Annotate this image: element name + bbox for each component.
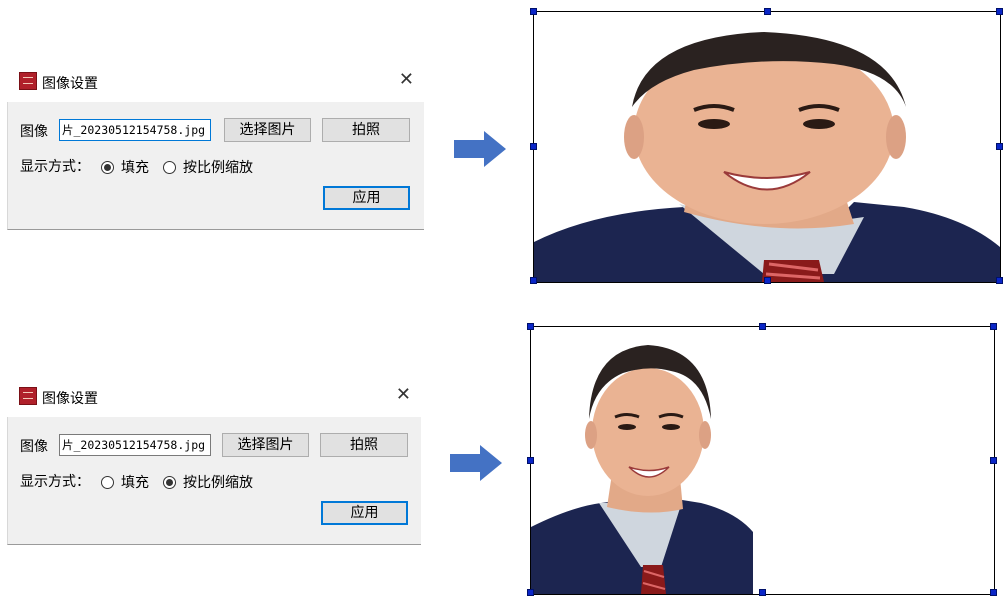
- right-arrow-icon: [450, 445, 502, 481]
- resize-handle-icon[interactable]: [764, 277, 771, 284]
- resize-handle-icon[interactable]: [530, 8, 537, 15]
- choose-image-button[interactable]: 选择图片: [224, 118, 311, 142]
- image-label: 图像: [20, 124, 48, 140]
- image-frame-fill[interactable]: [530, 8, 1003, 284]
- resize-handle-icon[interactable]: [764, 8, 771, 15]
- resize-handle-icon[interactable]: [530, 143, 537, 150]
- dialog-body: 图像 片_20230512154758.jpg 选择图片 拍照 显示方式： 填充…: [7, 102, 424, 230]
- take-photo-button[interactable]: 拍照: [320, 433, 408, 457]
- file-path-field[interactable]: 片_20230512154758.jpg: [59, 434, 211, 456]
- resize-handle-icon[interactable]: [527, 323, 534, 330]
- resize-handle-icon[interactable]: [527, 457, 534, 464]
- radio-fill[interactable]: 填充: [101, 157, 149, 177]
- display-mode-label: 显示方式：: [20, 474, 90, 490]
- radio-scale-label: 按比例缩放: [183, 160, 253, 176]
- dialog-body: 图像 片_20230512154758.jpg 选择图片 拍照 显示方式： 填充…: [7, 417, 421, 545]
- radio-selected-icon: [101, 160, 114, 174]
- resize-handle-icon[interactable]: [990, 323, 997, 330]
- file-path-field[interactable]: 片_20230512154758.jpg: [59, 119, 211, 141]
- radio-scale-label: 按比例缩放: [183, 475, 253, 491]
- radio-unselected-icon: [101, 475, 114, 489]
- radio-scale[interactable]: 按比例缩放: [163, 472, 253, 492]
- app-icon: [19, 72, 37, 90]
- resize-handle-icon[interactable]: [759, 323, 766, 330]
- radio-fill-label: 填充: [121, 475, 149, 491]
- radio-selected-icon: [163, 475, 176, 489]
- image-frame-scale[interactable]: [527, 323, 997, 596]
- apply-button[interactable]: 应用: [321, 501, 408, 525]
- apply-button[interactable]: 应用: [323, 186, 410, 210]
- resize-handle-icon[interactable]: [996, 8, 1003, 15]
- portrait-image: [531, 327, 753, 594]
- resize-handle-icon[interactable]: [530, 277, 537, 284]
- take-photo-button[interactable]: 拍照: [322, 118, 410, 142]
- image-label: 图像: [20, 439, 48, 455]
- dialog-title: 图像设置: [42, 76, 98, 92]
- resize-handle-icon[interactable]: [990, 457, 997, 464]
- resize-handle-icon[interactable]: [996, 277, 1003, 284]
- radio-fill-label: 填充: [121, 160, 149, 176]
- radio-scale[interactable]: 按比例缩放: [163, 157, 253, 177]
- radio-unselected-icon: [163, 160, 176, 174]
- dialog-title: 图像设置: [42, 391, 98, 407]
- resize-handle-icon[interactable]: [996, 143, 1003, 150]
- radio-fill[interactable]: 填充: [101, 472, 149, 492]
- right-arrow-icon: [454, 131, 506, 167]
- portrait-image: [534, 12, 1000, 282]
- display-mode-label: 显示方式：: [20, 159, 90, 175]
- dialog-titlebar: 图像设置 ✕: [7, 63, 424, 102]
- choose-image-button[interactable]: 选择图片: [222, 433, 309, 457]
- app-icon: [19, 387, 37, 405]
- close-icon[interactable]: ✕: [396, 384, 411, 405]
- dialog-titlebar: 图像设置 ✕: [7, 378, 424, 417]
- close-icon[interactable]: ✕: [399, 69, 414, 90]
